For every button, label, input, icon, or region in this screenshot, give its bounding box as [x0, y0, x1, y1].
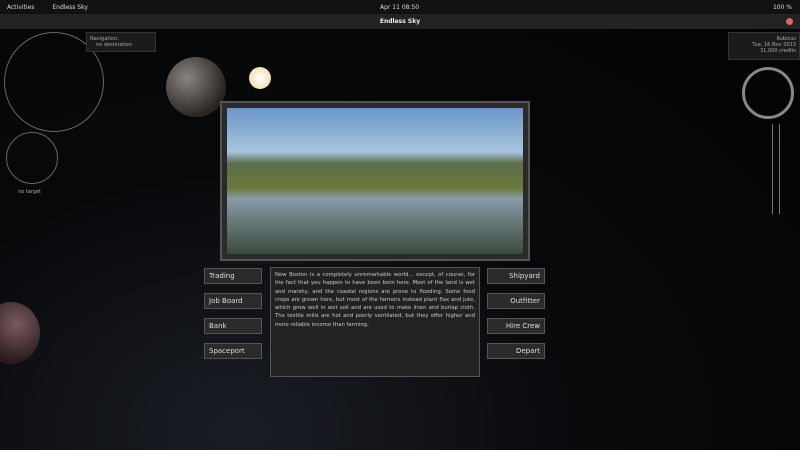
- system-top-bar: Activities Endless Sky Apr 11 08:50 100 …: [0, 0, 800, 14]
- window-titlebar: Endless Sky: [0, 14, 800, 29]
- window-title: Endless Sky: [379, 18, 421, 25]
- planet-icon: [0, 302, 40, 364]
- app-menu[interactable]: Endless Sky: [52, 4, 88, 11]
- clock[interactable]: Apr 11 08:50: [380, 4, 419, 11]
- hire-crew-button[interactable]: Hire Crew: [487, 318, 545, 334]
- ship-icon: [742, 67, 794, 119]
- close-button[interactable]: [786, 18, 793, 25]
- depart-button[interactable]: Depart: [487, 343, 545, 359]
- shield-gauge: [772, 124, 780, 214]
- planet-description: New Boston is a completely unremarkable …: [270, 267, 480, 377]
- bank-button[interactable]: Bank: [204, 318, 262, 334]
- planet-image-frame: [220, 101, 530, 261]
- activities-button[interactable]: Activities: [7, 4, 34, 11]
- outfitter-button[interactable]: Outfitter: [487, 293, 545, 309]
- landscape-image: [227, 108, 523, 254]
- job-board-button[interactable]: Job Board: [204, 293, 262, 309]
- navigation-panel: Navigation: no destination: [86, 32, 156, 52]
- sun-icon: [249, 67, 271, 89]
- credits: 31,000 credits: [760, 48, 796, 54]
- status-panel: Rubicus Tue, 16 Nov 3013 31,000 credits: [728, 32, 800, 60]
- target-label: no target: [18, 189, 42, 195]
- planet-icon: [166, 57, 226, 117]
- shipyard-button[interactable]: Shipyard: [487, 268, 545, 284]
- target-display-icon: [6, 132, 58, 184]
- trading-button[interactable]: Trading: [204, 268, 262, 284]
- nav-value: no destination: [96, 42, 132, 48]
- battery-status[interactable]: 100 %: [773, 4, 792, 11]
- spaceport-button[interactable]: Spaceport: [204, 343, 262, 359]
